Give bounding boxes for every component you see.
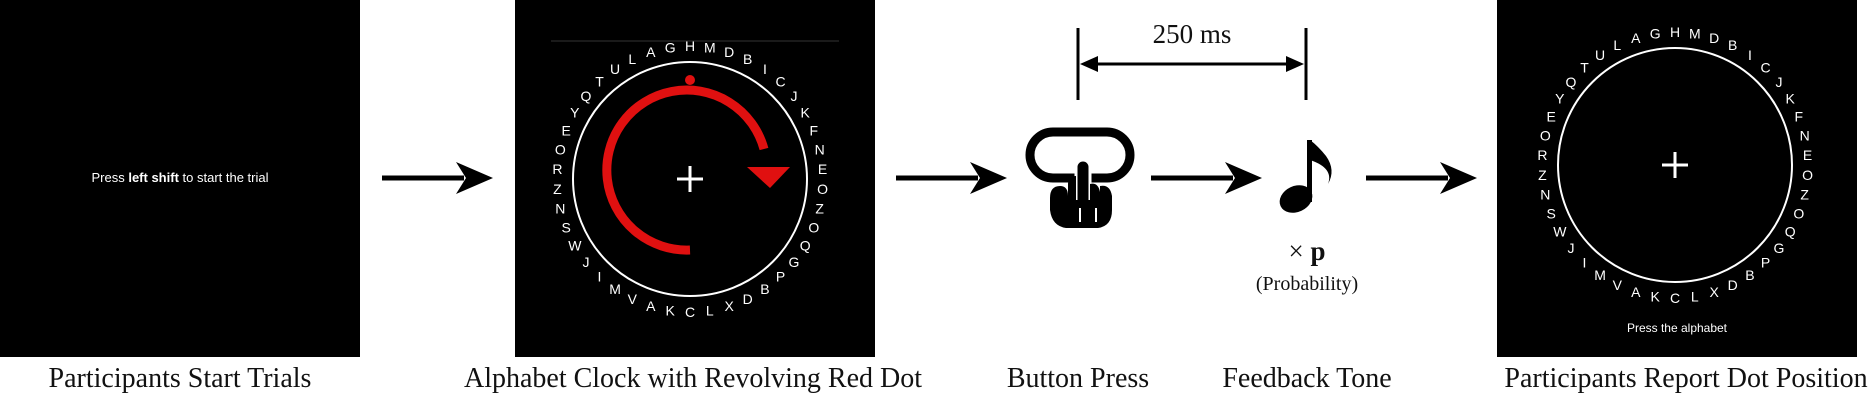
probability-note: (Probability) xyxy=(1255,273,1359,295)
caption-start-trials: Participants Start Trials xyxy=(48,363,312,394)
timing-right-head xyxy=(1286,56,1304,72)
multiplier-variable: p xyxy=(1310,236,1326,266)
caption-report-position: Participants Report Dot Position xyxy=(1504,363,1868,394)
multiplier-symbol: × xyxy=(1288,236,1304,266)
timing-left-head xyxy=(1080,56,1098,72)
music-note-icon xyxy=(1279,140,1332,213)
caption-alphabet-clock: Alphabet Clock with Revolving Red Dot xyxy=(463,363,923,394)
caption-feedback-tone: Feedback Tone xyxy=(1222,363,1392,394)
probability-multiplier: × p xyxy=(1288,236,1325,267)
hand-pressing-button-icon xyxy=(1025,127,1135,228)
flow-arrows xyxy=(382,28,1477,228)
caption-button-press: Button Press xyxy=(1006,363,1150,394)
timing-label: 250 ms xyxy=(1152,19,1232,49)
